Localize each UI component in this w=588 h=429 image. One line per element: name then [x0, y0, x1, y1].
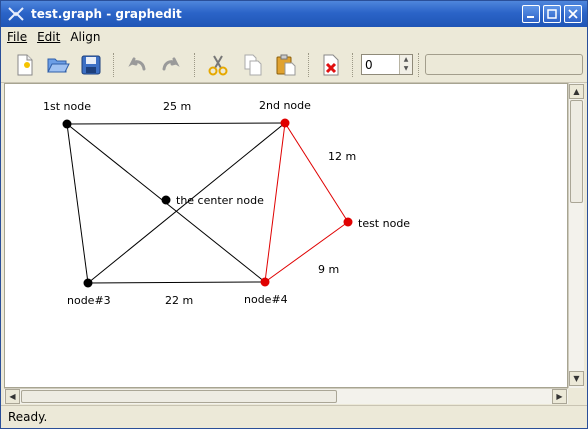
- new-document-icon[interactable]: [13, 53, 37, 77]
- undo-icon[interactable]: [125, 53, 149, 77]
- close-icon: [568, 9, 578, 19]
- menu-file[interactable]: File: [7, 30, 27, 44]
- maximize-button[interactable]: [543, 5, 561, 23]
- menu-file-label: File: [7, 30, 28, 44]
- paste-icon[interactable]: [274, 53, 298, 77]
- graph-node[interactable]: [343, 217, 353, 227]
- node-label: 2nd node: [259, 99, 311, 112]
- graph-edge[interactable]: [66, 122, 286, 125]
- status-bar: Ready.: [1, 405, 587, 428]
- title-bar[interactable]: test.graph - graphedit: [1, 1, 587, 27]
- save-icon[interactable]: [79, 53, 103, 77]
- toolbar-separator: [308, 53, 310, 77]
- graph-edge[interactable]: [66, 123, 89, 284]
- graph-node[interactable]: [83, 278, 93, 288]
- maximize-icon: [547, 9, 557, 19]
- toolbar: ▲ ▼: [1, 47, 587, 83]
- toolbar-text-field[interactable]: [425, 54, 583, 75]
- copy-icon[interactable]: [241, 53, 265, 77]
- menu-align[interactable]: Align: [70, 30, 100, 44]
- scroll-down-icon[interactable]: ▼: [569, 371, 584, 386]
- graph-svg[interactable]: 25 m 22 m 12 m 9 m 1st node 2nd node the…: [5, 84, 568, 388]
- window-title: test.graph - graphedit: [31, 7, 182, 21]
- menu-bar: File Edit Align: [1, 27, 587, 47]
- scroll-left-icon[interactable]: ◀: [5, 389, 20, 404]
- horizontal-scrollbar[interactable]: ◀ ▶: [4, 388, 568, 404]
- menu-edit-label: Edit: [37, 30, 61, 44]
- toolbar-separator: [418, 53, 420, 77]
- edge-label: 22 m: [165, 294, 193, 307]
- scroll-up-icon[interactable]: ▲: [569, 84, 584, 99]
- spin-value-input[interactable]: [362, 55, 398, 74]
- node-label: the center node: [176, 194, 264, 207]
- vertical-scrollbar[interactable]: ▲ ▼: [568, 83, 584, 388]
- edge-label: 9 m: [318, 263, 339, 276]
- redo-icon[interactable]: [159, 53, 183, 77]
- graph-canvas[interactable]: 25 m 22 m 12 m 9 m 1st node 2nd node the…: [4, 83, 568, 388]
- graph-node[interactable]: [62, 119, 72, 129]
- spin-arrows[interactable]: ▲ ▼: [399, 55, 412, 74]
- spin-down-icon[interactable]: ▼: [400, 64, 412, 73]
- graph-edge[interactable]: [264, 122, 286, 283]
- zoom-spinbox[interactable]: ▲ ▼: [361, 54, 413, 75]
- edge-label: 25 m: [163, 100, 191, 113]
- graph-node[interactable]: [161, 195, 171, 205]
- node-label: 1st node: [43, 100, 91, 113]
- vertical-scroll-thumb[interactable]: [570, 100, 583, 203]
- graph-edge[interactable]: [284, 122, 349, 223]
- cut-icon[interactable]: [206, 53, 230, 77]
- graph-node[interactable]: [260, 277, 270, 287]
- status-text: Ready.: [8, 410, 48, 424]
- toolbar-separator: [113, 53, 115, 77]
- open-folder-icon[interactable]: [46, 53, 70, 77]
- node-label: test node: [358, 217, 410, 230]
- delete-icon[interactable]: [319, 53, 343, 77]
- minimize-icon: [527, 16, 534, 18]
- app-window: test.graph - graphedit File Edit Align 0…: [0, 0, 588, 429]
- app-icon: [8, 7, 24, 21]
- menu-edit[interactable]: Edit: [37, 30, 60, 44]
- scroll-right-icon[interactable]: ▶: [552, 389, 567, 404]
- edge-label: 12 m: [328, 150, 356, 163]
- horizontal-scroll-thumb[interactable]: [21, 390, 337, 403]
- toolbar-separator: [194, 53, 196, 77]
- toolbar-separator: [352, 53, 354, 77]
- node-label: node#3: [67, 294, 111, 307]
- graph-edge[interactable]: [87, 281, 266, 284]
- node-label: node#4: [244, 293, 288, 306]
- minimize-button[interactable]: [522, 5, 540, 23]
- close-button[interactable]: [564, 5, 582, 23]
- menu-align-label: Align: [70, 30, 101, 44]
- graph-node[interactable]: [280, 118, 290, 128]
- spin-up-icon[interactable]: ▲: [400, 55, 412, 64]
